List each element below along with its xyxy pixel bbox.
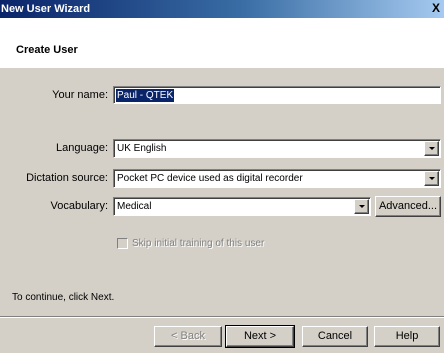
page-title: Create User [16,44,78,56]
language-dropdown[interactable]: UK English [113,139,441,158]
cancel-button[interactable]: Cancel [302,326,368,347]
vocabulary-dropdown-button[interactable] [354,199,369,214]
close-icon[interactable]: X [432,0,442,18]
back-button[interactable]: < Back [154,326,222,347]
window-title: New User Wizard [1,3,91,15]
dictation-source-label: Dictation source: [26,172,108,184]
language-dropdown-button[interactable] [424,141,439,156]
name-label: Your name: [52,89,108,101]
dropdown-arrow-icon [429,177,435,180]
next-button[interactable]: Next > [225,325,295,348]
dictation-source-value: Pocket PC device used as digital recorde… [117,173,303,184]
name-value: Paul - QTEK [116,89,175,102]
vocabulary-value: Medical [117,201,152,212]
vocabulary-label: Vocabulary: [50,200,108,212]
title-bar: New User Wizard X [0,0,444,18]
dropdown-arrow-icon [359,205,365,208]
dropdown-arrow-icon [429,147,435,150]
language-value: UK English [117,143,167,154]
footer-divider [0,316,444,318]
wizard-header: Create User [0,18,444,68]
dictation-source-dropdown[interactable]: Pocket PC device used as digital recorde… [113,169,441,188]
skip-training-label: Skip initial training of this user [132,238,265,249]
advanced-button[interactable]: Advanced... [375,196,441,217]
instruction-text: To continue, click Next. [12,292,115,303]
dictation-source-dropdown-button[interactable] [424,171,439,186]
vocabulary-dropdown[interactable]: Medical [113,197,371,216]
skip-training-checkbox[interactable] [117,238,128,249]
name-input[interactable]: Paul - QTEK [113,86,441,104]
language-label: Language: [56,142,108,154]
help-button[interactable]: Help [374,326,440,347]
